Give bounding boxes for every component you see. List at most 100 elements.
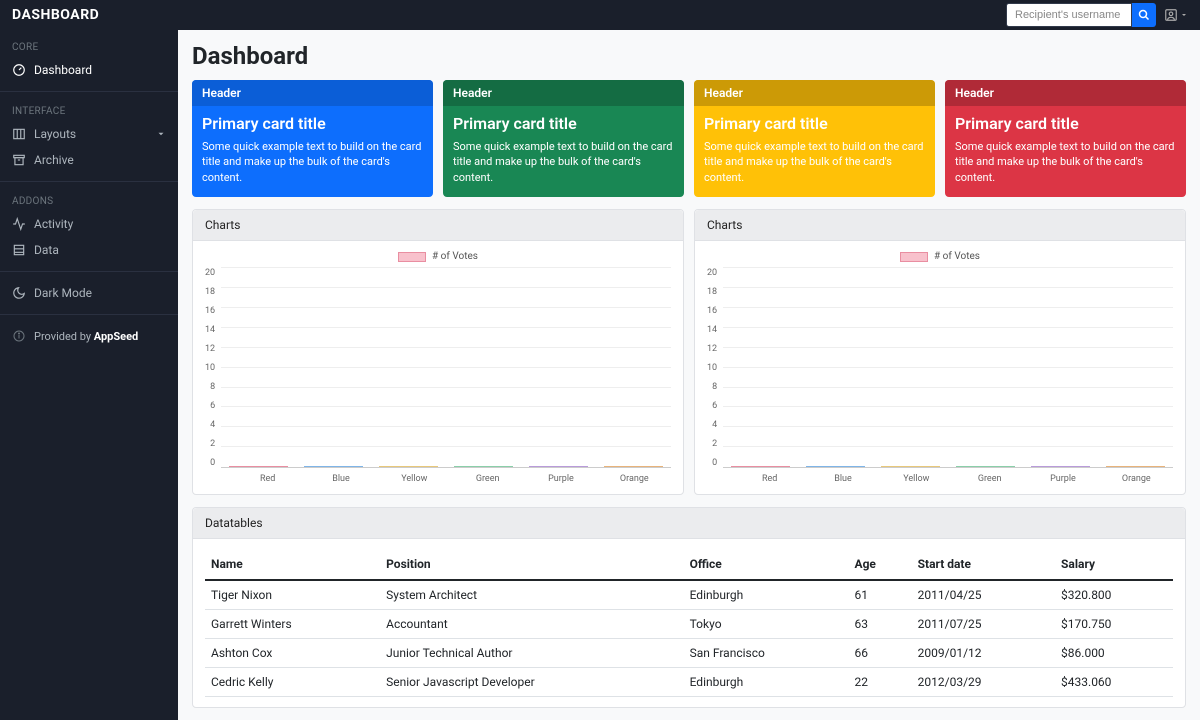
sidebar-heading: ADDONS: [0, 190, 178, 211]
sidebar-item-label: Dark Mode: [34, 286, 92, 300]
table-header[interactable]: Office: [684, 549, 849, 580]
sidebar-heading: INTERFACE: [0, 100, 178, 121]
x-label: Red: [733, 474, 806, 484]
table-row[interactable]: Cedric KellySenior Javascript DeveloperE…: [205, 668, 1173, 697]
x-label: Yellow: [880, 474, 953, 484]
card-header: Header: [694, 80, 935, 106]
table-row[interactable]: Ashton CoxJunior Technical AuthorSan Fra…: [205, 639, 1173, 668]
sidebar-item-darkmode[interactable]: Dark Mode: [0, 280, 178, 306]
table-cell: 61: [849, 580, 912, 610]
bar-yellow[interactable]: [379, 466, 438, 467]
panel-header: Charts: [193, 210, 683, 241]
table-cell: Senior Javascript Developer: [380, 668, 683, 697]
card-header: Header: [192, 80, 433, 106]
sidebar-item-label: Archive: [34, 153, 74, 167]
x-label: Red: [231, 474, 304, 484]
sidebar-item-activity[interactable]: Activity: [0, 211, 178, 237]
table-cell: Cedric Kelly: [205, 668, 380, 697]
table-cell: 2011/04/25: [912, 580, 1055, 610]
table-cell: Ashton Cox: [205, 639, 380, 668]
sidebar-item-data[interactable]: Data: [0, 237, 178, 263]
brand[interactable]: DASHBOARD: [12, 7, 99, 23]
table-cell: 66: [849, 639, 912, 668]
columns-icon: [12, 127, 26, 141]
x-axis: RedBlueYellowGreenPurpleOrange: [231, 474, 671, 484]
sidebar-item-label: Layouts: [34, 127, 76, 141]
bar-blue[interactable]: [304, 466, 363, 467]
table-row[interactable]: Tiger NixonSystem ArchitectEdinburgh6120…: [205, 580, 1173, 610]
info-icon: [12, 329, 26, 343]
sidebar-footer[interactable]: Provided by AppSeed: [0, 323, 178, 349]
table-header[interactable]: Start date: [912, 549, 1055, 580]
sidebar-item-dashboard[interactable]: Dashboard: [0, 57, 178, 83]
bar-purple[interactable]: [1031, 466, 1090, 467]
bar-blue[interactable]: [806, 466, 865, 467]
summary-card-green[interactable]: HeaderPrimary card titleSome quick examp…: [443, 80, 684, 197]
sidebar-item-archive[interactable]: Archive: [0, 147, 178, 173]
table-cell: Edinburgh: [684, 668, 849, 697]
chevron-down-icon: [156, 129, 166, 139]
bar-orange[interactable]: [1106, 466, 1165, 467]
table-header[interactable]: Salary: [1055, 549, 1173, 580]
x-label: Purple: [524, 474, 597, 484]
archive-icon: [12, 153, 26, 167]
bar-green[interactable]: [956, 466, 1015, 467]
bar-purple[interactable]: [529, 466, 588, 467]
chart-legend: # of Votes: [205, 251, 671, 262]
bar-yellow[interactable]: [881, 466, 940, 467]
chart-plot: [221, 268, 671, 468]
x-label: Blue: [806, 474, 879, 484]
bar-orange[interactable]: [604, 466, 663, 467]
search-button[interactable]: [1132, 3, 1156, 27]
table-header[interactable]: Position: [380, 549, 683, 580]
y-axis: 20181614121086420: [205, 268, 221, 468]
sidebar: COREDashboard INTERFACE Layouts Archive ADDO…: [0, 30, 178, 720]
sidebar-heading: CORE: [0, 36, 178, 57]
charts-row: Charts# of Votes20181614121086420RedBlue…: [192, 209, 1186, 495]
y-axis: 20181614121086420: [707, 268, 723, 468]
panel-header: Charts: [695, 210, 1185, 241]
table-cell: San Francisco: [684, 639, 849, 668]
table-cell: Junior Technical Author: [380, 639, 683, 668]
x-label: Blue: [304, 474, 377, 484]
table-header[interactable]: Age: [849, 549, 912, 580]
data-icon: [12, 243, 26, 257]
page-title: Dashboard: [192, 42, 1186, 70]
bar-red[interactable]: [731, 466, 790, 467]
x-label: Green: [451, 474, 524, 484]
bar-green[interactable]: [454, 466, 513, 467]
datatable-panel: Datatables NamePositionOfficeAgeStart da…: [192, 507, 1186, 708]
x-axis: RedBlueYellowGreenPurpleOrange: [733, 474, 1173, 484]
card-title: Primary card title: [202, 114, 423, 133]
user-menu[interactable]: [1164, 8, 1188, 22]
gauge-icon: [12, 63, 26, 77]
search-icon: [1138, 9, 1150, 21]
table-cell: $320.800: [1055, 580, 1173, 610]
card-text: Some quick example text to build on the …: [453, 139, 674, 185]
table-cell: 63: [849, 610, 912, 639]
summary-card-blue[interactable]: HeaderPrimary card titleSome quick examp…: [192, 80, 433, 197]
table-cell: Edinburgh: [684, 580, 849, 610]
table-cell: 2009/01/12: [912, 639, 1055, 668]
x-label: Orange: [598, 474, 671, 484]
table-cell: Garrett Winters: [205, 610, 380, 639]
table-cell: Tiger Nixon: [205, 580, 380, 610]
x-label: Purple: [1026, 474, 1099, 484]
bar-red[interactable]: [229, 466, 288, 467]
chart-panel-0: Charts # of Votes 20181614121086420 RedBlue…: [192, 209, 684, 495]
table-header[interactable]: Name: [205, 549, 380, 580]
table-cell: $86.000: [1055, 639, 1173, 668]
avatar-icon: [1164, 8, 1178, 22]
table-cell: 22: [849, 668, 912, 697]
sidebar-item-layouts[interactable]: Layouts: [0, 121, 178, 147]
search-input[interactable]: [1006, 3, 1132, 27]
main-content: Dashboard HeaderPrimary card titleSome q…: [178, 30, 1200, 720]
summary-card-red[interactable]: HeaderPrimary card titleSome quick examp…: [945, 80, 1186, 197]
table-row[interactable]: Garrett WintersAccountantTokyo632011/07/…: [205, 610, 1173, 639]
card-header: Header: [945, 80, 1186, 106]
table-cell: Tokyo: [684, 610, 849, 639]
table-cell: System Architect: [380, 580, 683, 610]
summary-card-yellow[interactable]: HeaderPrimary card titleSome quick examp…: [694, 80, 935, 197]
activity-icon: [12, 217, 26, 231]
chart-legend: # of Votes: [707, 251, 1173, 262]
